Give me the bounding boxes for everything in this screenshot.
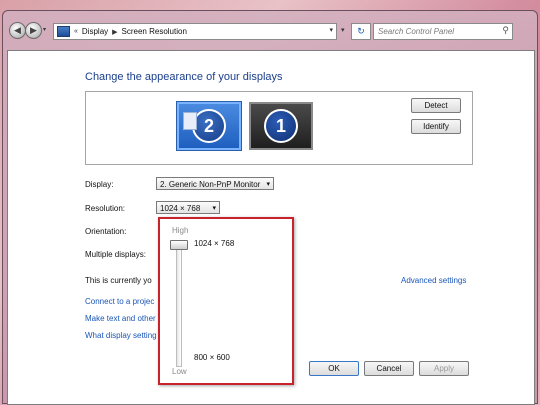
resolution-select-value: 1024 × 768 [160, 204, 201, 213]
slider-min-resolution: 800 × 600 [194, 353, 230, 362]
resolution-slider-popup: High 1024 × 768 800 × 600 Low [158, 217, 294, 385]
display-label: Display: [85, 180, 114, 189]
back-button[interactable]: ◀ [9, 22, 26, 39]
search-icon[interactable]: ⚲ [502, 25, 509, 36]
monitor-2-tile[interactable]: 2 [176, 101, 242, 151]
monitor-number-2: 2 [192, 109, 226, 143]
advanced-settings-link[interactable]: Advanced settings [401, 276, 466, 285]
current-display-text: This is currently yo [85, 276, 152, 285]
slider-low-label: Low [172, 367, 187, 376]
slider-max-resolution: 1024 × 768 [194, 239, 235, 248]
breadcrumb-display[interactable]: Display [82, 27, 108, 36]
resolution-slider-thumb[interactable] [170, 240, 188, 250]
breadcrumb-separator-icon[interactable]: ▶ [112, 28, 117, 36]
breadcrumb-overflow-icon[interactable]: « [74, 28, 78, 35]
title-bar: ◀ ▶ ▾ « Display ▶ Screen Resolution ▾ ▾ … [3, 11, 537, 51]
text-size-link[interactable]: Make text and other [85, 314, 156, 323]
slider-high-label: High [172, 226, 189, 235]
address-dropdown-icon[interactable]: ▾ [329, 26, 333, 34]
address-history-icon[interactable]: ▾ [341, 26, 345, 34]
refresh-button[interactable]: ↻ [351, 23, 371, 40]
display-select[interactable]: 2. Generic Non-PnP Monitor ▾ [156, 177, 274, 190]
refresh-icon: ↻ [357, 26, 365, 36]
orientation-label: Orientation: [85, 227, 127, 236]
chevron-down-icon: ▾ [266, 181, 270, 188]
back-arrow-icon: ◀ [14, 25, 21, 35]
resolution-select[interactable]: 1024 × 768 ▾ [156, 201, 220, 214]
address-bar[interactable]: « Display ▶ Screen Resolution ▾ [53, 23, 337, 40]
connect-projector-link[interactable]: Connect to a projec [85, 297, 154, 306]
ok-button[interactable]: OK [309, 361, 359, 376]
desktop-window-icon [183, 112, 197, 130]
search-input[interactable]: Search Control Panel ⚲ [373, 23, 513, 40]
chevron-down-icon: ▾ [212, 205, 216, 212]
forward-arrow-icon: ▶ [30, 25, 37, 35]
resolution-label: Resolution: [85, 204, 126, 213]
control-panel-icon [57, 26, 70, 37]
multiple-displays-label: Multiple displays: [85, 250, 146, 259]
display-settings-help-link[interactable]: What display setting [85, 331, 157, 340]
control-panel-window: ◀ ▶ ▾ « Display ▶ Screen Resolution ▾ ▾ … [2, 10, 538, 405]
main-content: Change the appearance of your displays 2… [7, 50, 535, 405]
monitor-1-tile[interactable]: 1 [249, 102, 313, 150]
identify-button[interactable]: Identify [411, 119, 461, 134]
display-select-value: 2. Generic Non-PnP Monitor [160, 180, 261, 189]
apply-button[interactable]: Apply [419, 361, 469, 376]
recent-pages-dropdown-icon[interactable]: ▾ [43, 26, 46, 33]
forward-button[interactable]: ▶ [25, 22, 42, 39]
breadcrumb-screen-resolution[interactable]: Screen Resolution [122, 27, 187, 36]
cancel-button[interactable]: Cancel [364, 361, 414, 376]
search-placeholder: Search Control Panel [378, 27, 455, 36]
page-title: Change the appearance of your displays [85, 71, 283, 83]
display-preview: 2 1 Detect Identify [85, 91, 473, 165]
resolution-slider-track[interactable] [176, 241, 182, 367]
monitor-number-1: 1 [264, 109, 298, 143]
detect-button[interactable]: Detect [411, 98, 461, 113]
